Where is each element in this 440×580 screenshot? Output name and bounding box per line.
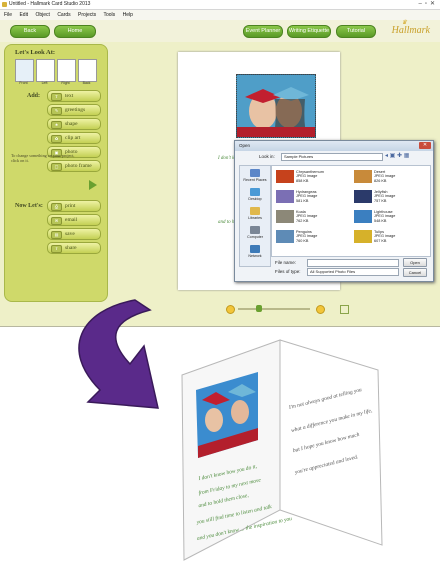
card-illustration: [181, 339, 383, 561]
